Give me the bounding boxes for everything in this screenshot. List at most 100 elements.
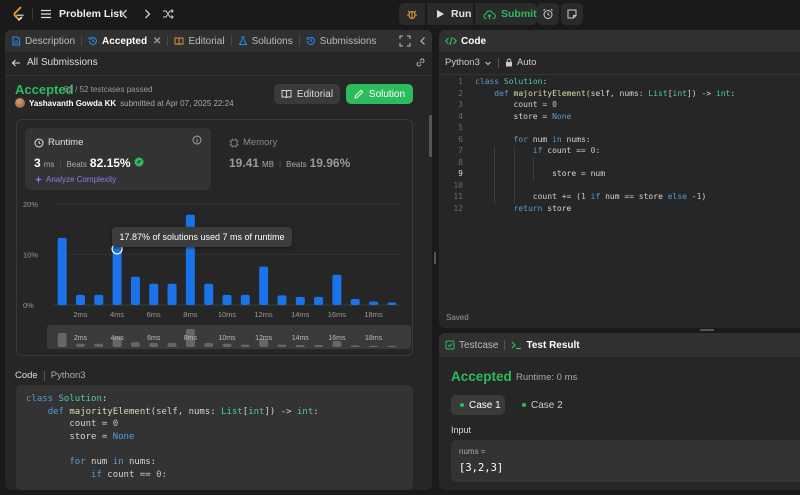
chart-bar bbox=[75, 294, 85, 305]
code-line: store = None bbox=[26, 432, 135, 443]
y-tick-label: 0% bbox=[23, 301, 34, 310]
line-number: 5 bbox=[458, 123, 463, 132]
editorial-button-label: Editorial bbox=[296, 88, 334, 100]
indent-guide bbox=[494, 180, 496, 192]
run-label: Run bbox=[451, 8, 472, 20]
avatar[interactable] bbox=[15, 98, 25, 108]
overview-bar bbox=[204, 343, 214, 347]
overview-tick-label: 18ms bbox=[365, 335, 383, 342]
tab-submissions[interactable]: Submissions bbox=[302, 30, 381, 52]
indent-guide bbox=[532, 169, 534, 181]
topbar-divider bbox=[32, 8, 33, 20]
tab-solutions-label: Solutions bbox=[251, 35, 293, 47]
line-content: store = None bbox=[475, 111, 572, 121]
vertical-resize-handle[interactable] bbox=[434, 252, 436, 264]
x-tick-label: 18ms bbox=[364, 310, 383, 319]
leetcode-logo-icon[interactable] bbox=[11, 6, 27, 22]
share-link-icon[interactable] bbox=[415, 57, 426, 68]
book-icon bbox=[281, 90, 292, 99]
input-variable-value: [3,2,3] bbox=[459, 462, 504, 474]
panel-scrollbar[interactable] bbox=[429, 115, 432, 157]
tab-accepted[interactable]: Accepted ✕ bbox=[84, 30, 165, 52]
tab-accepted-label: Accepted bbox=[102, 35, 148, 47]
tab-description-label: Description bbox=[25, 35, 76, 47]
line-number: 2 bbox=[458, 88, 463, 98]
testcases-passed: 52 / 52 testcases passed bbox=[64, 85, 153, 94]
code-section-divider bbox=[43, 370, 45, 381]
case-2-tab[interactable]: Case 2 bbox=[513, 395, 563, 415]
line-number: 8 bbox=[458, 157, 463, 167]
debug-button[interactable] bbox=[399, 3, 425, 25]
overview-bar bbox=[314, 345, 324, 347]
language-select[interactable]: Python3 bbox=[445, 57, 492, 68]
overview-bar bbox=[350, 345, 360, 347]
next-problem-button[interactable] bbox=[140, 7, 154, 21]
tab-testcase[interactable]: Testcase bbox=[445, 340, 498, 351]
tab-description[interactable]: Description bbox=[5, 30, 79, 52]
chart-bar bbox=[204, 283, 214, 305]
overview-bar bbox=[387, 345, 397, 347]
overview-tick-label: 8ms bbox=[184, 335, 198, 342]
horizontal-resize-handle[interactable] bbox=[700, 329, 714, 331]
editor-line: 11 count += (1 if num == store else -1) bbox=[439, 192, 800, 204]
chart-bar bbox=[222, 294, 232, 305]
y-tick-label: 10% bbox=[23, 251, 38, 260]
editorial-button[interactable]: Editorial bbox=[274, 84, 340, 104]
editor-line: 5 bbox=[439, 123, 800, 135]
overview-bar bbox=[295, 345, 305, 347]
line-content bbox=[463, 180, 515, 192]
result-runtime: Runtime: 0 ms bbox=[516, 372, 578, 383]
line-content: if count == 0: bbox=[463, 146, 600, 158]
editor-line: 9 store = num bbox=[439, 169, 800, 181]
line-number: 6 bbox=[458, 134, 463, 144]
test-result-panel: Testcase Test Result Accepted Runtime: 0… bbox=[439, 333, 800, 490]
notes-button[interactable] bbox=[561, 3, 583, 25]
timer-button[interactable] bbox=[537, 3, 559, 25]
auto-mode-toggle[interactable]: Auto bbox=[505, 57, 536, 68]
line-number: 4 bbox=[458, 111, 463, 121]
x-tick-label: 2ms bbox=[73, 310, 87, 319]
code-line: if count == 0: bbox=[91, 470, 167, 481]
problem-list-link[interactable]: Problem List bbox=[59, 8, 123, 20]
x-tick-label: 16ms bbox=[328, 310, 347, 319]
editor-header: Code bbox=[439, 30, 800, 52]
code-line: count = 0 bbox=[26, 419, 119, 430]
line-number: 12 bbox=[453, 203, 463, 213]
collapse-chevron-icon[interactable] bbox=[417, 35, 429, 47]
chart-bar bbox=[130, 276, 140, 305]
maximize-icon[interactable] bbox=[399, 35, 411, 47]
username[interactable]: Yashavanth Gowda KK bbox=[29, 99, 116, 108]
case-1-tab[interactable]: Case 1 bbox=[451, 395, 505, 415]
tab-divider bbox=[167, 36, 169, 46]
submitted-code-block[interactable]: class Solution: def majorityElement(self… bbox=[16, 385, 413, 490]
prev-problem-button[interactable] bbox=[118, 7, 132, 21]
all-submissions-link[interactable]: All Submissions bbox=[11, 57, 98, 68]
submit-button[interactable]: Submit bbox=[475, 3, 537, 25]
pass-dot-icon bbox=[522, 403, 526, 407]
tab-solutions[interactable]: Solutions bbox=[234, 30, 297, 52]
run-button[interactable]: Run bbox=[427, 3, 473, 25]
chart-bar bbox=[240, 294, 250, 305]
performance-card: Runtime 3 ms | Beats 82.15% Analyze Comp… bbox=[16, 119, 413, 356]
document-icon bbox=[12, 36, 20, 46]
line-number: 3 bbox=[458, 100, 463, 109]
overview-tick-label: 4ms bbox=[110, 335, 124, 342]
chevron-down-icon bbox=[485, 61, 491, 65]
edit-icon bbox=[354, 89, 364, 99]
book-icon bbox=[174, 37, 184, 46]
chart-bar bbox=[277, 295, 287, 305]
tab-editorial[interactable]: Editorial bbox=[170, 30, 228, 52]
left-tab-bar: Description Accepted ✕ Editorial Solutio… bbox=[5, 30, 432, 52]
editor-line: 1 class Solution: bbox=[439, 77, 800, 89]
header-divider bbox=[5, 75, 432, 76]
solution-button[interactable]: Solution bbox=[346, 84, 413, 104]
close-icon[interactable]: ✕ bbox=[153, 36, 161, 47]
chart-bar bbox=[350, 298, 360, 305]
tab-test-result[interactable]: Test Result bbox=[511, 340, 580, 351]
random-problem-button[interactable] bbox=[161, 7, 175, 21]
indent-guide bbox=[494, 169, 496, 181]
editor-code-area[interactable]: 1 class Solution: 2 def majorityElement(se… bbox=[439, 77, 800, 215]
input-value-box[interactable]: nums = [3,2,3] bbox=[451, 440, 800, 482]
problem-list-icon[interactable] bbox=[40, 8, 52, 20]
chart-bar bbox=[112, 246, 122, 305]
